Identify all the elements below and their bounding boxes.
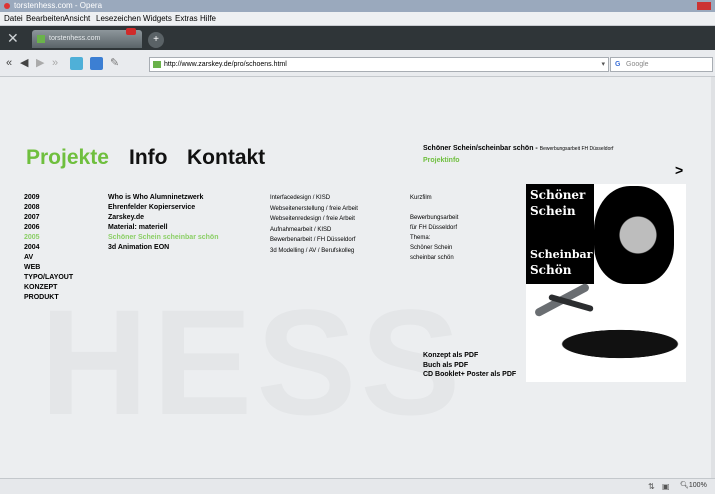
window-title: torstenhess.com - Opera (14, 1, 103, 10)
background-watermark: HESS (40, 278, 465, 446)
project-info-text: Kurzfilm Bewerbungsarbeit für FH Düsseld… (410, 193, 458, 263)
status-bar: ⇅ ▣ 🔍︎100% (0, 478, 715, 494)
address-favicon-icon (153, 61, 161, 68)
category-item[interactable]: AV (24, 253, 73, 263)
address-dropdown-icon[interactable]: ▾ (601, 58, 605, 71)
art-text-line2: Schein (530, 204, 576, 218)
next-arrow[interactable]: > (675, 162, 683, 178)
menu-ansicht[interactable]: Ansicht (64, 12, 90, 25)
tab-label: torstenhess.com (49, 35, 101, 42)
opera-menu-icon[interactable]: ✕ (7, 30, 19, 46)
year-item[interactable]: 2007 (24, 213, 73, 223)
back-icon[interactable]: ◀ (20, 56, 28, 70)
artwork-face-figure (594, 186, 674, 284)
year-item[interactable]: 2009 (24, 193, 73, 203)
category-item[interactable]: WEB (24, 263, 73, 273)
art-text-line1: Schöner (530, 188, 586, 202)
pdf-link-konzept[interactable]: Konzept als PDF (423, 351, 516, 361)
menu-lesezeichen[interactable]: Lesezeichen (96, 12, 141, 25)
project-description-list: Interfacedesign / KISD Webseitenerstellu… (270, 193, 358, 256)
artwork-bag-shape (530, 322, 680, 366)
year-item[interactable]: 2008 (24, 203, 73, 213)
menu-bar: Datei Bearbeiten Ansicht Lesezeichen Wid… (0, 12, 715, 26)
search-placeholder: Google (626, 61, 649, 68)
project-description: Webseitenredesign / freie Arbeit (270, 216, 355, 222)
year-list: 2009 2008 2007 2006 2005 2004 AV WEB TYP… (24, 193, 73, 303)
project-headline: Schöner Schein/scheinbar schön - Bewerbun… (423, 145, 613, 152)
menu-datei[interactable]: Datei (4, 12, 23, 25)
pdf-link-buch[interactable]: Buch als PDF (423, 361, 516, 371)
nav-link-projekte[interactable]: Projekte (26, 146, 109, 170)
google-search-icon: G (615, 61, 621, 68)
info-line: scheinbar schön (410, 255, 454, 261)
project-description: Interfacedesign / KISD (270, 195, 331, 201)
images-icon[interactable]: ▣ (662, 482, 670, 491)
project-item[interactable]: 3d Animation EON (108, 243, 218, 253)
info-line: Thema: (410, 235, 431, 241)
project-description: Webseitenerstellung / freie Arbeit (270, 205, 358, 212)
page-scrollbar[interactable] (711, 77, 715, 478)
art-text-line4: Schön (530, 263, 572, 277)
project-list: Who is Who Alumninetzwerk Ehrenfelder Ko… (108, 193, 218, 253)
info-line: Schöner Schein (410, 245, 453, 251)
tab-torstenhess[interactable]: torstenhess.com (32, 28, 142, 48)
project-item[interactable]: Zarskey.de (108, 213, 218, 223)
home-icon[interactable] (90, 57, 103, 70)
reload-icon[interactable] (70, 57, 83, 70)
year-item-active[interactable]: 2005 (24, 233, 73, 243)
art-text-line3: Scheinbar (530, 248, 593, 261)
pdf-link-booklet[interactable]: CD Booklet+ Poster als PDF (423, 370, 516, 380)
fast-forward-icon[interactable]: » (52, 56, 58, 70)
project-item[interactable]: Material: materiell (108, 223, 218, 233)
project-description: 3d Modelling / AV / Berufskolleg (270, 247, 355, 254)
window-titlebar: torstenhess.com - Opera (0, 0, 715, 12)
address-field[interactable]: http://www.zarskey.de/pro/schoens.html ▾ (149, 57, 609, 72)
year-item[interactable]: 2004 (24, 243, 73, 253)
info-line: Bewerbungsarbeit (410, 215, 459, 221)
project-description: Bewerbenarbeit / FH Düsseldorf (270, 237, 356, 243)
project-subtitle: Bewerbungsarbeit FH Düsseldorf (539, 146, 614, 152)
pdf-links: Konzept als PDF Buch als PDF CD Booklet+… (423, 351, 516, 380)
category-item[interactable]: PRODUKT (24, 293, 73, 303)
window-close-icon[interactable] (697, 2, 711, 10)
menu-widgets[interactable]: Widgets (143, 12, 172, 25)
nav-link-info[interactable]: Info (129, 146, 167, 170)
forward-icon[interactable]: ▶ (36, 56, 44, 70)
zoom-level[interactable]: 🔍︎100% (680, 481, 707, 491)
edit-icon[interactable]: ✎ (110, 56, 119, 70)
favicon-icon (37, 35, 45, 43)
menu-hilfe[interactable]: Hilfe (200, 12, 216, 25)
new-tab-icon[interactable]: + (148, 32, 164, 48)
opera-icon (4, 3, 10, 9)
project-title: Schöner Schein/scheinbar schön - (423, 145, 538, 152)
project-item-active[interactable]: Schöner Schein scheinbar schön (108, 233, 218, 243)
category-item[interactable]: KONZEPT (24, 283, 73, 293)
info-line: für FH Düsseldorf (410, 225, 458, 231)
year-item[interactable]: 2006 (24, 223, 73, 233)
nav-link-kontakt[interactable]: Kontakt (187, 146, 265, 170)
info-line-spacer (410, 203, 458, 213)
project-description: Aufnahmearbeit / KISD (270, 226, 332, 233)
zoom-value: 100% (688, 482, 707, 489)
tab-bar: ✕ torstenhess.com + (0, 26, 715, 50)
category-item[interactable]: TYPO/LAYOUT (24, 273, 73, 283)
menu-extras[interactable]: Extras (175, 12, 198, 25)
info-line: Kurzfilm (410, 195, 432, 201)
address-url: http://www.zarskey.de/pro/schoens.html (164, 61, 287, 68)
tab-close-icon[interactable] (126, 28, 136, 35)
rewind-icon[interactable]: « (6, 56, 12, 70)
project-info-link[interactable]: Projektinfo (423, 157, 460, 164)
navigation-bar: « ◀ ▶ » ✎ http://www.zarskey.de/pro/scho… (0, 50, 715, 77)
menu-bearbeiten[interactable]: Bearbeiten (26, 12, 65, 25)
search-input[interactable]: G Google (610, 57, 713, 72)
project-item[interactable]: Ehrenfelder Kopierservice (108, 203, 218, 213)
network-icon[interactable]: ⇅ (648, 482, 655, 491)
project-item[interactable]: Who is Who Alumninetzwerk (108, 193, 218, 203)
